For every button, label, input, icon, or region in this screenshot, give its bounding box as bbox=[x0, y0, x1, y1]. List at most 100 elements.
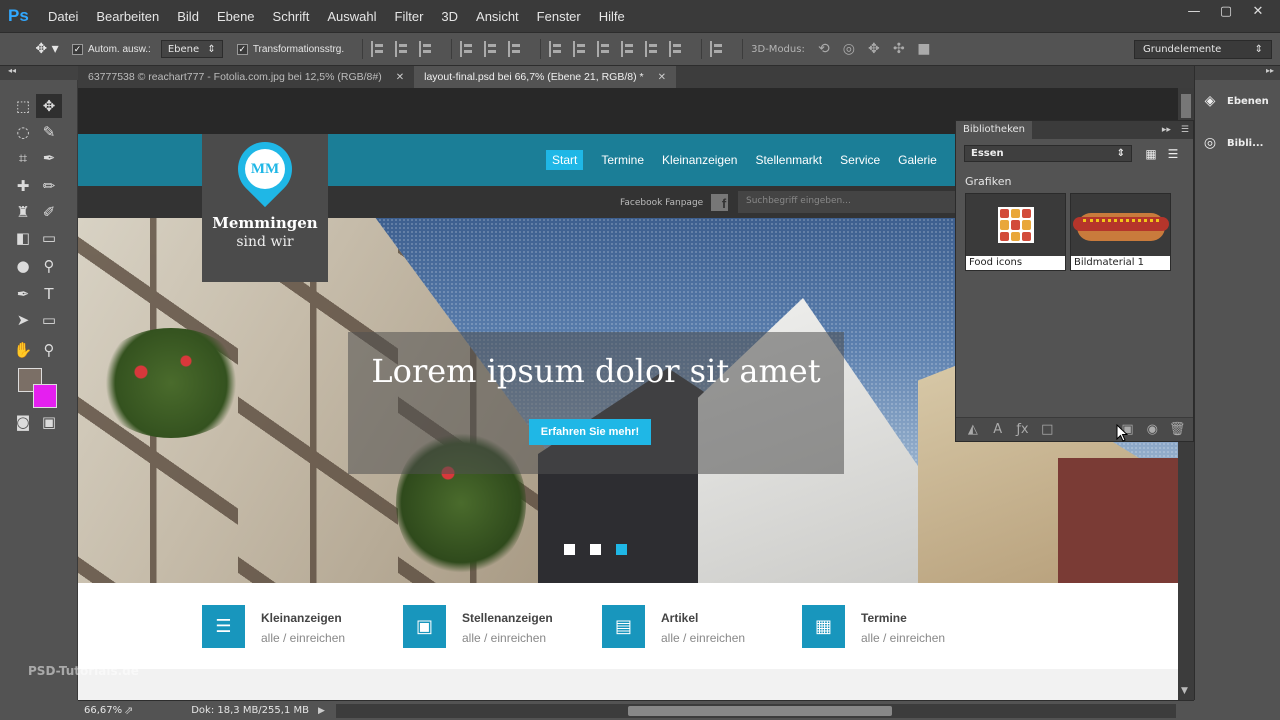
menu-auswahl[interactable]: Auswahl bbox=[327, 9, 376, 24]
add-layer-style-icon[interactable]: ƒx bbox=[1014, 421, 1032, 439]
pen-tool-icon[interactable]: ✒ bbox=[10, 282, 36, 306]
eraser-tool-icon[interactable]: ◧ bbox=[10, 226, 36, 250]
add-graphic-icon[interactable]: ◭ bbox=[964, 421, 982, 439]
zoom-level[interactable]: 66,67% bbox=[78, 705, 122, 716]
3d-slide-icon[interactable]: ✣ bbox=[890, 41, 908, 57]
menu-schrift[interactable]: Schrift bbox=[273, 9, 310, 24]
blur-tool-icon[interactable]: ● bbox=[10, 254, 36, 278]
align-bottom-icon[interactable] bbox=[419, 41, 435, 57]
lasso-tool-icon[interactable]: ◌ bbox=[10, 120, 36, 144]
brush-tool-icon[interactable]: ✏ bbox=[36, 174, 62, 198]
libraries-tab[interactable]: Bibliotheken bbox=[956, 121, 1032, 139]
type-tool-icon[interactable]: T bbox=[36, 282, 62, 306]
minimize-button[interactable]: — bbox=[1178, 0, 1210, 22]
distribute-hcenter-icon[interactable] bbox=[645, 41, 661, 57]
quick-selection-tool-icon[interactable]: ✎ bbox=[36, 120, 62, 144]
menu-ansicht[interactable]: Ansicht bbox=[476, 9, 519, 24]
quick-mask-icon[interactable]: ◙ bbox=[10, 410, 36, 434]
checkbox-icon[interactable]: ✓ bbox=[236, 43, 248, 55]
grid-view-icon[interactable]: ▦ bbox=[1142, 145, 1160, 162]
close-window-button[interactable]: ✕ bbox=[1242, 0, 1274, 22]
feature-links[interactable]: alle / einreichen bbox=[261, 631, 345, 645]
feature-links[interactable]: alle / einreichen bbox=[661, 631, 745, 645]
checkbox-icon[interactable]: ✓ bbox=[72, 43, 83, 55]
3d-rotate-icon[interactable]: ⟲ bbox=[815, 41, 833, 57]
scroll-thumb[interactable] bbox=[628, 706, 892, 716]
menu-hilfe[interactable]: Hilfe bbox=[599, 9, 625, 24]
slider-dot-active[interactable] bbox=[616, 544, 627, 555]
add-character-style-icon[interactable]: A bbox=[989, 421, 1007, 439]
nav-service[interactable]: Service bbox=[840, 153, 880, 167]
menu-bearbeiten[interactable]: Bearbeiten bbox=[96, 9, 159, 24]
auto-select-option[interactable]: ✓ Autom. ausw.: bbox=[72, 43, 151, 55]
slider-dot[interactable] bbox=[590, 544, 601, 555]
clone-stamp-tool-icon[interactable]: ♜ bbox=[10, 200, 36, 224]
collapse-panel-icon[interactable]: ▸▸ bbox=[1162, 125, 1171, 135]
align-left-icon[interactable] bbox=[460, 41, 476, 57]
nav-start[interactable]: Start bbox=[546, 150, 584, 170]
menu-ebene[interactable]: Ebene bbox=[217, 9, 255, 24]
distribute-top-icon[interactable] bbox=[549, 41, 565, 57]
history-brush-tool-icon[interactable]: ✐ bbox=[36, 200, 62, 224]
background-color-swatch[interactable] bbox=[33, 384, 57, 408]
scroll-down-icon[interactable]: ▼ bbox=[1181, 686, 1188, 696]
close-tab-icon[interactable]: ✕ bbox=[658, 72, 666, 83]
close-tab-icon[interactable]: ✕ bbox=[396, 72, 404, 83]
move-tool-preset-icon[interactable]: ✥ ▾ bbox=[22, 36, 72, 62]
library-item-label[interactable]: Bildmaterial 1 bbox=[1071, 256, 1170, 270]
3d-pan-icon[interactable]: ✥ bbox=[865, 41, 883, 57]
eyedropper-tool-icon[interactable]: ✒ bbox=[36, 146, 62, 170]
dodge-tool-icon[interactable]: ⚲ bbox=[36, 254, 62, 278]
toolbar-collapse-button[interactable]: ◂◂ bbox=[0, 66, 78, 80]
hand-tool-icon[interactable]: ✋ bbox=[10, 338, 36, 362]
3d-roll-icon[interactable]: ◎ bbox=[840, 41, 858, 57]
facebook-link[interactable]: Facebook Fanpage f bbox=[620, 194, 729, 211]
menu-bild[interactable]: Bild bbox=[177, 9, 199, 24]
tab-fotolia-image[interactable]: 63777538 © reachart777 - Fotolia.com.jpg… bbox=[78, 66, 414, 88]
transform-controls-option[interactable]: ✓ Transformationsstrg. bbox=[236, 43, 344, 55]
distribute-left-icon[interactable] bbox=[621, 41, 637, 57]
zoom-tool-icon[interactable]: ⚲ bbox=[36, 338, 62, 362]
marquee-tool-icon[interactable]: ⬚ bbox=[10, 94, 36, 118]
workspace-dropdown[interactable]: Grundelemente ⇕ bbox=[1134, 40, 1272, 59]
horizontal-scrollbar[interactable] bbox=[336, 704, 1176, 718]
nav-stellenmarkt[interactable]: Stellenmarkt bbox=[755, 153, 822, 167]
align-top-icon[interactable] bbox=[371, 41, 387, 57]
maximize-button[interactable]: ▢ bbox=[1210, 0, 1242, 22]
dock-collapse-button[interactable]: ▸▸ bbox=[1195, 66, 1280, 80]
distribute-center-icon[interactable] bbox=[573, 41, 589, 57]
scroll-thumb[interactable] bbox=[1181, 94, 1191, 118]
nav-kleinanzeigen[interactable]: Kleinanzeigen bbox=[662, 153, 737, 167]
path-selection-tool-icon[interactable]: ➤ bbox=[10, 308, 36, 332]
panel-menu-icon[interactable]: ☰ bbox=[1181, 125, 1189, 135]
auto-select-dropdown[interactable]: Ebene ⇕ bbox=[160, 40, 223, 58]
auto-align-icon[interactable] bbox=[710, 41, 726, 57]
menu-filter[interactable]: Filter bbox=[395, 9, 424, 24]
gradient-tool-icon[interactable]: ▭ bbox=[36, 226, 62, 250]
feature-artikel[interactable]: ▤ Artikel alle / einreichen bbox=[602, 605, 745, 648]
menu-3d[interactable]: 3D bbox=[441, 9, 458, 24]
align-right-icon[interactable] bbox=[508, 41, 524, 57]
crop-tool-icon[interactable]: ⌗ bbox=[10, 146, 36, 170]
library-dropdown[interactable]: Essen ⇕ bbox=[964, 145, 1132, 162]
menu-fenster[interactable]: Fenster bbox=[537, 9, 581, 24]
move-tool-icon[interactable]: ✥ bbox=[36, 94, 62, 118]
align-vertical-center-icon[interactable] bbox=[395, 41, 411, 57]
distribute-right-icon[interactable] bbox=[669, 41, 685, 57]
distribute-bottom-icon[interactable] bbox=[597, 41, 613, 57]
slider-dot[interactable] bbox=[564, 544, 575, 555]
feature-stellenanzeigen[interactable]: ▣ Stellenanzeigen alle / einreichen bbox=[403, 605, 553, 648]
add-color-icon[interactable]: □ bbox=[1038, 421, 1056, 439]
creative-cloud-sync-icon[interactable]: ◉ bbox=[1143, 421, 1161, 439]
dock-layers-button[interactable]: ◈ Ebenen bbox=[1199, 88, 1279, 114]
share-icon[interactable]: ⇗ bbox=[124, 704, 133, 717]
list-view-icon[interactable]: ☰ bbox=[1164, 145, 1182, 162]
library-item-food-icons[interactable]: Food icons bbox=[965, 193, 1066, 271]
3d-video-camera-icon[interactable]: ■ bbox=[915, 41, 933, 57]
rectangle-tool-icon[interactable]: ▭ bbox=[36, 308, 62, 332]
align-horizontal-center-icon[interactable] bbox=[484, 41, 500, 57]
nav-termine[interactable]: Termine bbox=[601, 153, 644, 167]
dock-libraries-button[interactable]: ◎ Bibli... bbox=[1199, 130, 1279, 156]
library-item-bildmaterial[interactable]: Bildmaterial 1 bbox=[1070, 193, 1171, 271]
feature-links[interactable]: alle / einreichen bbox=[462, 631, 553, 645]
